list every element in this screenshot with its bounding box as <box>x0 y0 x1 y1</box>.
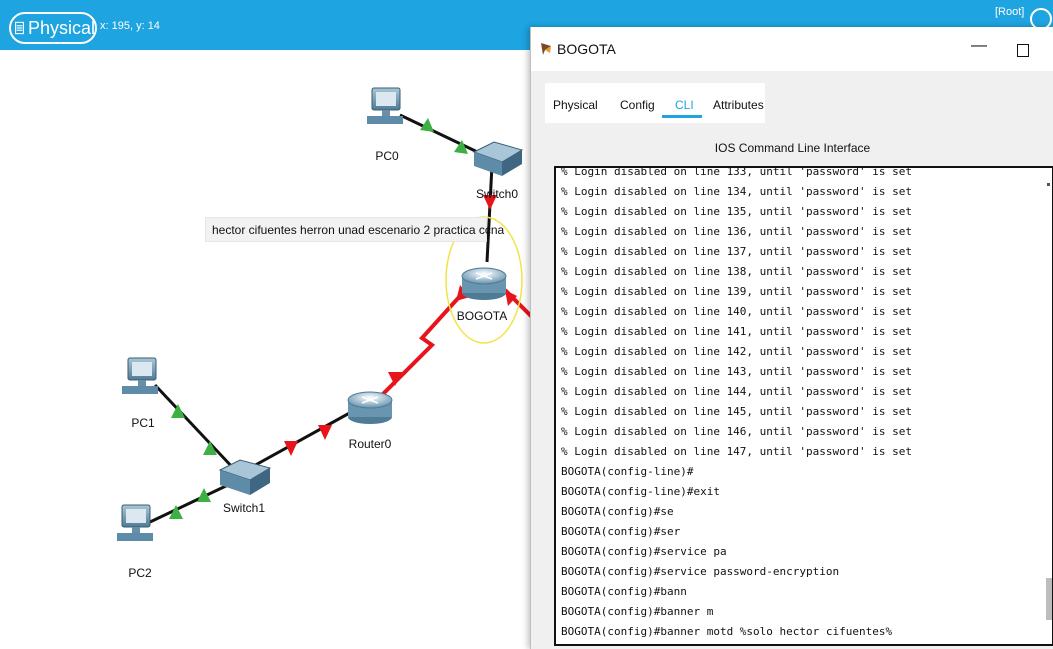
link-switch0-bogota[interactable] <box>485 164 494 263</box>
console-line: % Login disabled on line 136, until 'pas… <box>561 225 912 238</box>
root-button[interactable]: [Root] <box>995 6 1024 18</box>
tab-attributes[interactable]: Attributes <box>713 98 764 112</box>
console-line: % Login disabled on line 143, until 'pas… <box>561 365 912 378</box>
window-body: Physical Config CLI Attributes IOS Comma… <box>531 71 1053 649</box>
pc1-icon[interactable] <box>122 357 158 394</box>
console-line: % Login disabled on line 134, until 'pas… <box>561 185 912 198</box>
scroll-arrow-icon[interactable] <box>1047 183 1050 186</box>
console-line: % Login disabled on line 142, until 'pas… <box>561 345 912 358</box>
pc2-icon[interactable] <box>117 504 153 541</box>
tab-config[interactable]: Config <box>620 98 655 112</box>
device-window: BOGOTA — Physical Config CLI Attributes … <box>530 27 1053 649</box>
pc2-label: PC2 <box>128 566 152 580</box>
cursor-coordinates: x: 195, y: 14 <box>100 20 160 32</box>
router0-label: Router0 <box>348 437 392 451</box>
tab-cli[interactable]: CLI <box>675 98 694 112</box>
topology-links <box>117 87 535 541</box>
console-line: % Login disabled on line 141, until 'pas… <box>561 325 912 338</box>
link-pc1-switch1[interactable] <box>153 383 237 472</box>
router0-icon[interactable] <box>347 391 393 424</box>
window-title: BOGOTA <box>557 41 616 57</box>
bogota-router-icon[interactable] <box>461 267 507 300</box>
tab-bar: Physical Config CLI Attributes <box>545 83 765 123</box>
cli-heading: IOS Command Line Interface <box>714 141 871 155</box>
pc0-icon[interactable] <box>367 87 403 124</box>
console-line: BOGOTA(config)#service pa <box>561 545 727 558</box>
packet-tracer-icon <box>541 43 551 55</box>
cli-console[interactable]: % Login disabled on line 133, until 'pas… <box>554 166 1053 646</box>
minimize-button[interactable]: — <box>971 37 987 55</box>
console-line: BOGOTA(config)#service password-encrypti… <box>561 565 840 578</box>
bogota-label: BOGOTA <box>456 309 508 323</box>
console-line: % Login disabled on line 138, until 'pas… <box>561 265 912 278</box>
window-titlebar: BOGOTA <box>539 41 616 57</box>
console-scrollbar[interactable] <box>1046 578 1052 620</box>
console-line: BOGOTA(config)#ser <box>561 525 681 538</box>
console-line: BOGOTA(config)#banner motd %solo hector … <box>561 625 893 638</box>
console-line: BOGOTA(config-line)# <box>561 465 694 478</box>
switch0-label: Switch0 <box>475 187 519 201</box>
link-switch1-pc2[interactable] <box>149 483 229 524</box>
console-line: % Login disabled on line 140, until 'pas… <box>561 305 912 318</box>
pc1-label: PC1 <box>131 416 155 430</box>
link-down-indicator <box>318 425 332 440</box>
active-tab-indicator <box>662 115 702 118</box>
link-bogota-router0[interactable] <box>370 283 472 407</box>
maximize-button[interactable] <box>1017 44 1029 57</box>
switch1-label: Switch1 <box>222 501 266 515</box>
switch1-icon[interactable] <box>218 459 272 495</box>
console-line: % Login disabled on line 139, until 'pas… <box>561 285 912 298</box>
console-line: BOGOTA(config)#bann <box>561 585 687 598</box>
link-router0-switch1[interactable] <box>249 408 356 470</box>
console-line: % Login disabled on line 145, until 'pas… <box>561 405 912 418</box>
console-line: % Login disabled on line 146, until 'pas… <box>561 425 912 438</box>
console-line: % Login disabled on line 133, until 'pas… <box>561 166 912 178</box>
console-line: BOGOTA(config)#banner m <box>561 605 714 618</box>
console-line: % Login disabled on line 137, until 'pas… <box>561 245 912 258</box>
topology-note[interactable]: hector cifuentes herron unad escenario 2… <box>205 217 504 242</box>
workspace-icon <box>15 21 24 35</box>
console-line: % Login disabled on line 144, until 'pas… <box>561 385 912 398</box>
physical-view-label: Physical <box>27 17 95 38</box>
physical-view-button[interactable]: Physical <box>9 12 97 44</box>
pc0-label: PC0 <box>375 149 399 163</box>
console-line: % Login disabled on line 135, until 'pas… <box>561 205 912 218</box>
console-line: BOGOTA(config)#se <box>561 505 674 518</box>
console-line: % Login disabled on line 147, until 'pas… <box>561 445 912 458</box>
console-line: BOGOTA(config-line)#exit <box>561 485 720 498</box>
switch0-icon[interactable] <box>472 141 524 176</box>
tab-physical[interactable]: Physical <box>553 98 598 112</box>
topology-canvas[interactable]: PC0 Switch0 BOGOTA Router0 PC1 Switch1 P… <box>0 50 535 649</box>
